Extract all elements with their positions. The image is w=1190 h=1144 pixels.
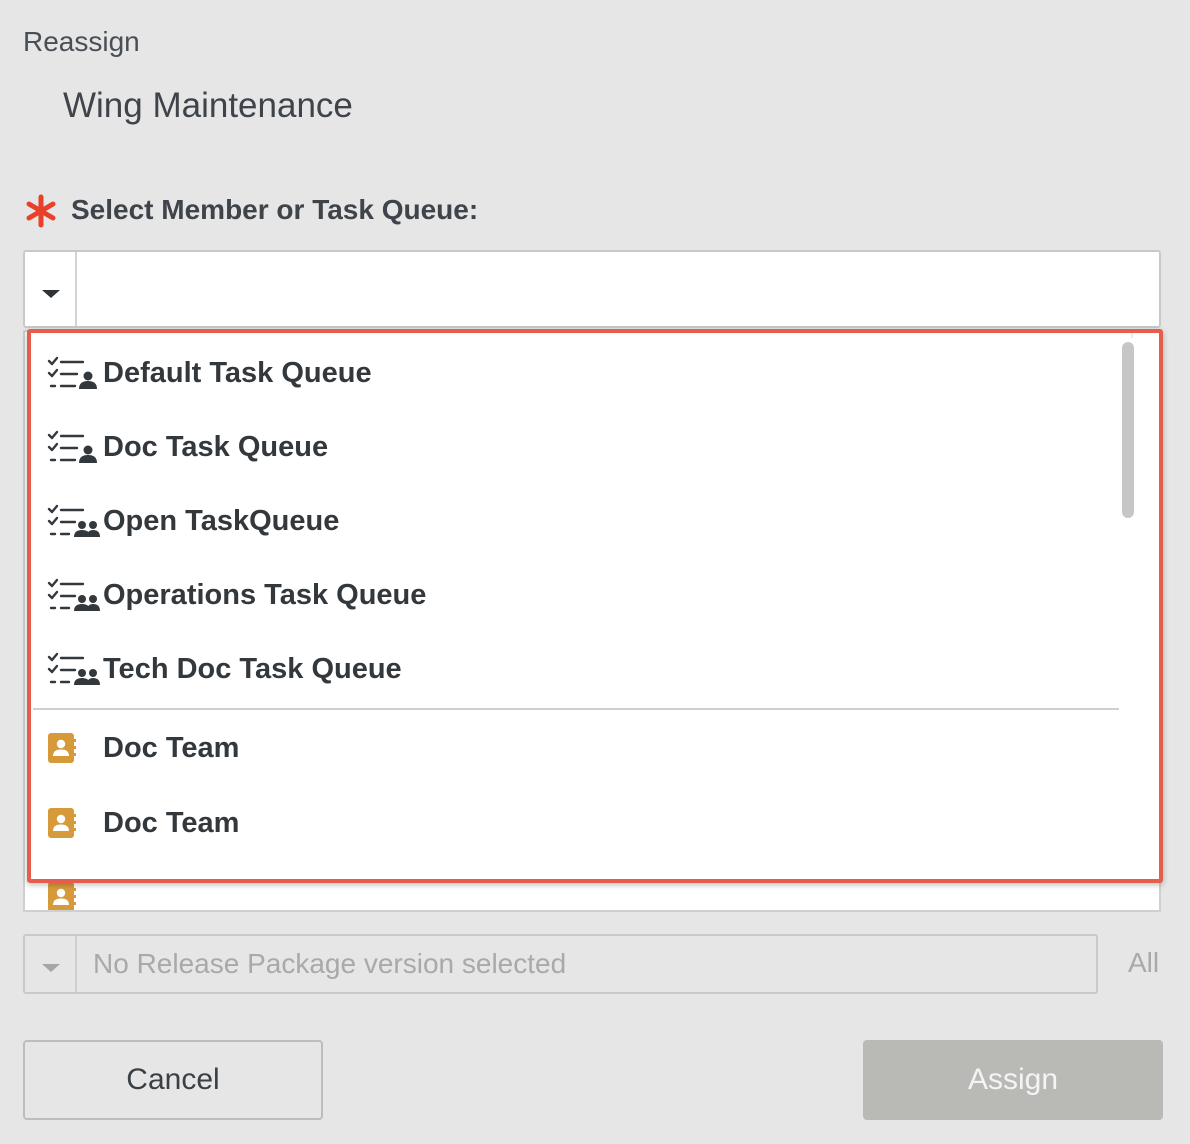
scrollbar-thumb[interactable] xyxy=(1122,342,1134,518)
dropdown-scrollbar[interactable] xyxy=(1119,338,1137,910)
option-doc-team[interactable]: Doc Team xyxy=(33,710,1131,786)
option-operations-task-queue[interactable]: Operations Task Queue xyxy=(33,558,1131,632)
assignee-search-input[interactable] xyxy=(79,252,1159,326)
caret-down-icon xyxy=(42,964,60,972)
dialog-title: Reassign xyxy=(23,26,140,57)
option-label: Doc Team xyxy=(103,731,240,764)
option-label: Tech Doc Task Queue xyxy=(103,652,402,685)
assignee-label-text: Select Member or Task Queue: xyxy=(71,194,479,225)
team-contact-icon xyxy=(47,803,103,843)
version-placeholder: No Release Package version selected xyxy=(93,948,567,979)
all-versions-link: All xyxy=(1128,947,1160,978)
task-queue-user-icon xyxy=(47,353,103,393)
option-label: Operations Task Queue xyxy=(103,578,427,611)
option-doc-team[interactable]: Doc Team xyxy=(33,786,1131,860)
task-queue-group-icon xyxy=(47,649,103,689)
option-doc-task-queue[interactable]: Doc Task Queue xyxy=(33,410,1131,484)
option-label: Doc Task Queue xyxy=(103,430,329,463)
option-team-partial[interactable] xyxy=(33,860,1131,910)
option-label: Default Task Queue xyxy=(103,356,372,389)
task-queue-group-icon xyxy=(47,501,103,541)
caret-down-icon xyxy=(42,290,60,298)
assignee-dropdown-list[interactable]: Default Task Queue Doc Task Queue Open T… xyxy=(23,330,1161,912)
item-name: Wing Maintenance xyxy=(63,86,353,125)
required-icon xyxy=(23,190,59,230)
team-contact-icon xyxy=(47,877,103,910)
assign-button[interactable]: Assign xyxy=(863,1040,1163,1120)
task-queue-user-icon xyxy=(47,427,103,467)
assignee-combobox[interactable] xyxy=(23,250,1161,328)
assignee-field-label: Select Member or Task Queue: xyxy=(23,190,478,230)
option-label: Open TaskQueue xyxy=(103,504,340,537)
team-contact-icon xyxy=(47,728,103,768)
option-label: Doc Team xyxy=(103,806,240,839)
option-tech-doc-task-queue[interactable]: Tech Doc Task Queue xyxy=(33,632,1131,706)
dropdown-toggle-button[interactable] xyxy=(25,252,77,326)
option-open-taskqueue[interactable]: Open TaskQueue xyxy=(33,484,1131,558)
option-default-task-queue[interactable]: Default Task Queue xyxy=(33,336,1131,410)
version-dropdown-toggle xyxy=(25,936,77,992)
release-version-combobox: No Release Package version selected xyxy=(23,934,1098,994)
cancel-button[interactable]: Cancel xyxy=(23,1040,323,1120)
task-queue-group-icon xyxy=(47,575,103,615)
